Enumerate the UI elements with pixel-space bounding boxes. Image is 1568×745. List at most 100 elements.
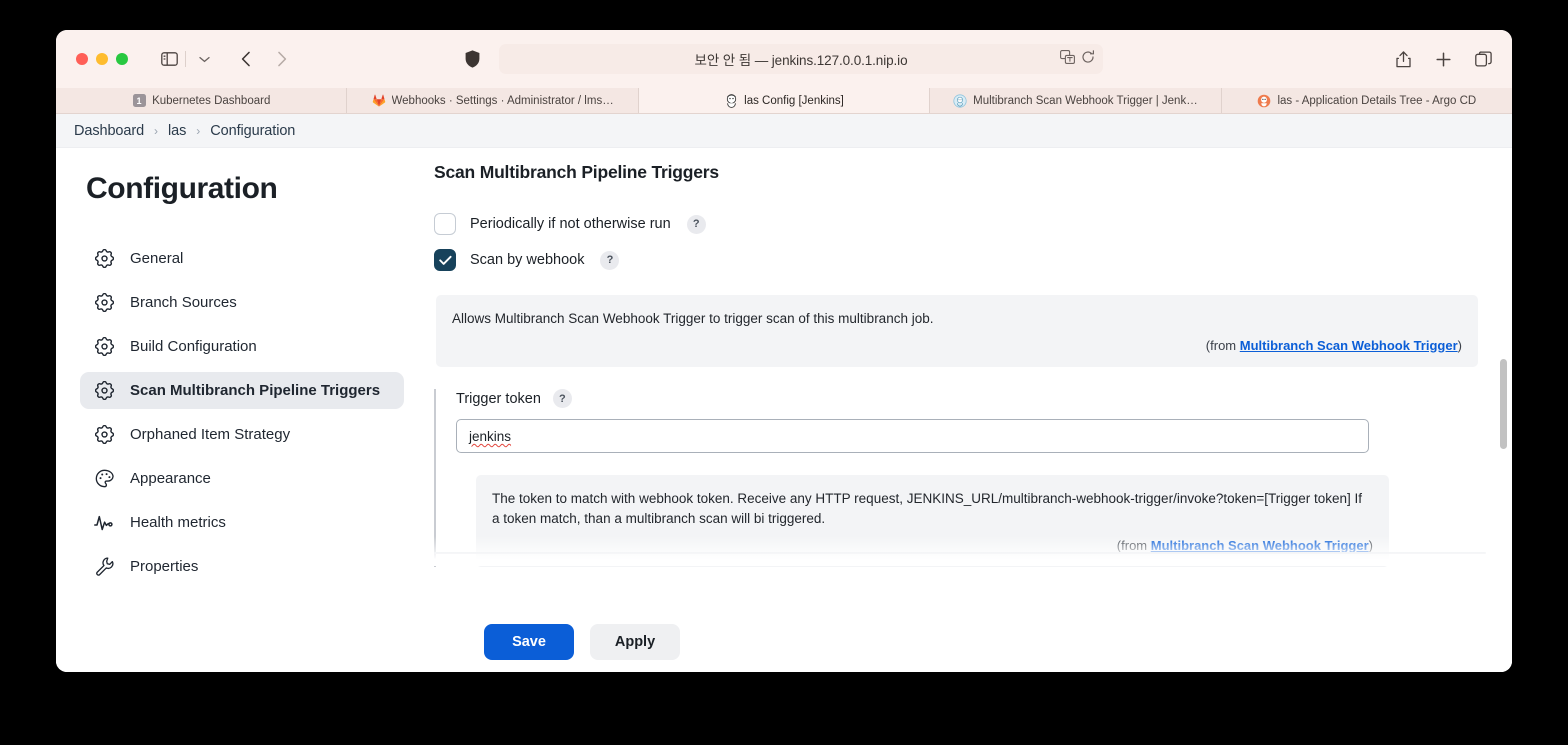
url-bar-icons: [1060, 44, 1095, 74]
scrollbar-thumb[interactable]: [1500, 359, 1507, 449]
from-suffix: ): [1368, 537, 1373, 553]
sidebar-item-build-configuration[interactable]: Build Configuration: [80, 328, 404, 365]
gear-icon: [94, 425, 114, 445]
help-icon[interactable]: ?: [552, 389, 572, 409]
tab-argocd-application-details[interactable]: las - Application Details Tree - Argo CD: [1222, 88, 1512, 113]
gear-icon: [94, 293, 114, 313]
tab-label: Webhooks · Settings · Administrator / lm…: [391, 94, 614, 107]
tab-label: Kubernetes Dashboard: [152, 94, 271, 107]
new-tab-icon[interactable]: [1430, 46, 1456, 72]
browser-window: 보안 안 됨 — jenkins.127.0.0.1.nip.io 1 Kube…: [56, 30, 1512, 672]
tab-las-config-jenkins[interactable]: las Config [Jenkins]: [638, 88, 931, 113]
sidebar-item-general[interactable]: General: [80, 240, 404, 277]
page-scrollbar[interactable]: [1497, 149, 1510, 672]
sidebar-icon[interactable]: [156, 46, 182, 72]
tab-kubernetes-dashboard[interactable]: 1 Kubernetes Dashboard: [56, 88, 348, 113]
main-content: Scan Multibranch Pipeline Triggers Perio…: [428, 148, 1512, 672]
form-action-bar: Save Apply: [56, 612, 1512, 672]
close-window-button[interactable]: [76, 53, 88, 65]
gear-icon: [94, 337, 114, 357]
forward-icon[interactable]: [269, 46, 295, 72]
sidebar-item-scan-multibranch-pipeline-triggers[interactable]: Scan Multibranch Pipeline Triggers: [80, 372, 404, 409]
checkbox-label: Scan by webhook: [470, 252, 585, 268]
sidebar-item-label: Scan Multibranch Pipeline Triggers: [130, 382, 381, 399]
back-icon[interactable]: [233, 46, 259, 72]
from-prefix: (from: [1205, 337, 1240, 353]
sidebar-item-label: Health metrics: [130, 514, 226, 531]
checkbox-row-periodically[interactable]: Periodically if not otherwise run ?: [434, 213, 1486, 235]
checkbox-periodically-if-not-otherwise-run[interactable]: [434, 213, 456, 235]
configuration-sidebar: Configuration General Branch Sources Bui…: [56, 148, 428, 672]
sidebar-item-label: General: [130, 250, 184, 267]
breadcrumb: Dashboard › las › Configuration: [56, 114, 1512, 148]
page-body: Configuration General Branch Sources Bui…: [56, 148, 1512, 672]
page-viewport: Dashboard › las › Configuration Configur…: [56, 114, 1512, 672]
sidebar-item-orphaned-item-strategy[interactable]: Orphaned Item Strategy: [80, 416, 404, 453]
webhook-description-box: Allows Multibranch Scan Webhook Trigger …: [436, 295, 1478, 368]
sidebar-item-properties[interactable]: Properties: [80, 548, 404, 585]
trigger-token-input[interactable]: jenkins: [456, 419, 1369, 454]
sidebar-item-label: Build Configuration: [130, 338, 257, 355]
sidebar-item-label: Properties: [130, 558, 199, 575]
sidebar-item-label: Branch Sources: [130, 294, 237, 311]
breadcrumb-item-dashboard[interactable]: Dashboard: [74, 123, 144, 139]
trigger-token-value: jenkins: [469, 428, 512, 444]
tab-label: las - Application Details Tree - Argo CD: [1277, 94, 1477, 107]
plugin-link[interactable]: Multibranch Scan Webhook Trigger: [1240, 338, 1458, 353]
save-button[interactable]: Save: [484, 624, 574, 660]
sidebar-item-label: Orphaned Item Strategy: [130, 426, 291, 443]
chevron-right-icon: ›: [154, 123, 159, 138]
breadcrumb-item-las[interactable]: las: [168, 123, 186, 139]
tab-gitlab-webhooks[interactable]: Webhooks · Settings · Administrator / lm…: [347, 88, 639, 113]
trigger-token-group: Trigger token ? jenkins The token to mat…: [434, 389, 1486, 568]
share-icon[interactable]: [1390, 46, 1416, 72]
toolbar-right-actions: [1390, 30, 1496, 88]
from-suffix: ): [1457, 337, 1462, 353]
tab-badge: 1: [132, 94, 146, 107]
sidebar-item-appearance[interactable]: Appearance: [80, 460, 404, 497]
tab-label: las Config [Jenkins]: [744, 94, 844, 107]
toolbar-divider: [185, 51, 186, 67]
url-text: 보안 안 됨 — jenkins.127.0.0.1.nip.io: [694, 53, 908, 68]
jenkins-icon: [724, 93, 738, 108]
chevron-down-icon[interactable]: [191, 46, 217, 72]
gitlab-icon: [372, 94, 386, 108]
apply-button[interactable]: Apply: [590, 624, 680, 660]
window-traffic-lights: [76, 53, 128, 65]
tab-multibranch-scan-webhook-trigger[interactable]: Multibranch Scan Webhook Trigger | Jenk…: [930, 88, 1222, 113]
help-icon[interactable]: ?: [686, 214, 706, 234]
shield-icon[interactable]: [459, 46, 485, 72]
browser-toolbar: 보안 안 됨 — jenkins.127.0.0.1.nip.io: [56, 30, 1512, 88]
webhook-description-text: Allows Multibranch Scan Webhook Trigger …: [452, 311, 934, 326]
trigger-token-label: Trigger token: [456, 390, 541, 407]
tab-strip: 1 Kubernetes Dashboard Webhooks · Settin…: [56, 88, 1512, 114]
sidebar-item-label: Appearance: [130, 470, 211, 487]
help-icon[interactable]: ?: [600, 250, 620, 270]
jenkins-plugin-icon: [953, 93, 967, 108]
section-divider: [434, 552, 1486, 554]
palette-icon: [94, 469, 114, 489]
minimize-window-button[interactable]: [96, 53, 108, 65]
sidebar-item-branch-sources[interactable]: Branch Sources: [80, 284, 404, 321]
from-prefix: (from: [1116, 537, 1151, 553]
gear-icon: [94, 381, 114, 401]
sidebar-item-health-metrics[interactable]: Health metrics: [80, 504, 404, 541]
chevron-right-icon: ›: [196, 123, 201, 138]
gear-icon: [94, 249, 114, 269]
webhook-description-source: (from Multibranch Scan Webhook Trigger): [452, 337, 1462, 356]
tab-label: Multibranch Scan Webhook Trigger | Jenk…: [973, 94, 1198, 107]
translate-icon[interactable]: [1060, 49, 1075, 69]
pulse-icon: [94, 513, 114, 533]
url-bar[interactable]: 보안 안 됨 — jenkins.127.0.0.1.nip.io: [499, 44, 1103, 74]
checkbox-row-scan-by-webhook[interactable]: Scan by webhook ?: [434, 249, 1486, 271]
reload-icon[interactable]: [1081, 49, 1095, 69]
breadcrumb-item-configuration[interactable]: Configuration: [210, 123, 295, 139]
trigger-token-label-row: Trigger token ?: [456, 389, 1486, 409]
zoom-window-button[interactable]: [116, 53, 128, 65]
plugin-link[interactable]: Multibranch Scan Webhook Trigger: [1151, 538, 1369, 553]
argocd-icon: [1257, 94, 1271, 108]
tab-overview-icon[interactable]: [1470, 46, 1496, 72]
page-title: Configuration: [86, 172, 278, 205]
checkbox-label: Periodically if not otherwise run: [470, 216, 671, 232]
checkbox-scan-by-webhook[interactable]: [434, 249, 456, 271]
